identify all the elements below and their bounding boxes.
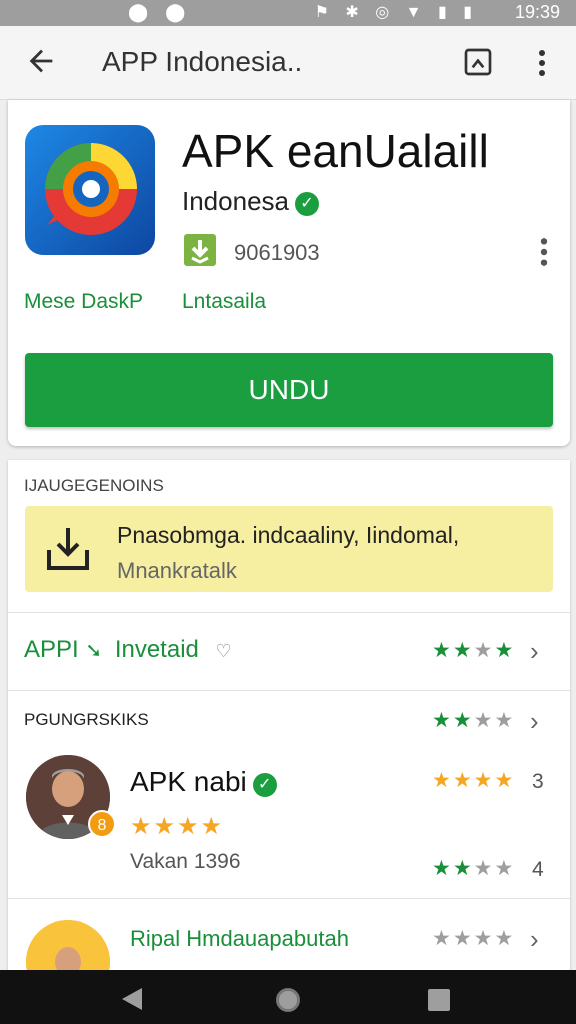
reviewer-name: Ripal Hmdauapabutah [130, 926, 349, 951]
level-badge: 8 [88, 810, 116, 838]
star-icon: ★ [473, 927, 495, 950]
review-helpful-stars: ★★★★ [432, 856, 515, 881]
star-icon: ★ [494, 639, 516, 662]
star-icon: ★ [494, 769, 516, 792]
star-icon: ★ [452, 639, 474, 662]
star-icon: ★ [494, 857, 516, 880]
reviews-header-stars: ★★★★ [432, 708, 515, 733]
star-icon: ★ [452, 857, 474, 880]
star-icon: ★ [432, 927, 453, 950]
chevron-right-icon[interactable]: › [530, 706, 539, 737]
bookmark-icon[interactable] [462, 46, 494, 78]
rating-row-stars: ★★★★ [432, 638, 515, 663]
chevron-right-icon[interactable]: › [530, 636, 539, 667]
reviews-heading: PGUNGRSKIKS [24, 710, 149, 729]
notice-title: Pnasobmga. indcaaliny, Iindomal, [117, 522, 460, 548]
system-nav-bar [0, 970, 576, 1024]
review-score-count: 3 [532, 770, 544, 793]
star-icon: ★ [432, 769, 453, 792]
app-name: APK eanUalaill [182, 125, 489, 177]
status-time: 19:39 [514, 2, 560, 22]
developer-link[interactable]: Lntasaila [182, 290, 266, 314]
star-icon: ★ [473, 857, 495, 880]
star-icon: ★ [452, 709, 474, 732]
star-icon: ★ [452, 927, 474, 950]
download-badge-icon [184, 234, 216, 266]
chevron-right-icon[interactable]: › [530, 924, 539, 955]
review-rating-stars: ★★★★ [130, 813, 225, 840]
updates-heading: IJAUGEGENOINS [24, 476, 164, 495]
rating-row-sublabel: Invetaid [114, 636, 199, 663]
star-icon: ★ [432, 639, 453, 662]
rating-row[interactable]: APPI ➘ Invetaid ♡ [24, 636, 232, 664]
back-arrow-icon[interactable] [24, 44, 58, 78]
developer-label: Indonesa [182, 186, 289, 216]
status-bar: ⬤ ⬤ ⚑ ✱ ◎ ▼ ▮ ▮ 19:39 [0, 0, 576, 26]
divider [8, 690, 570, 691]
status-notification-icons: ⬤ ⬤ [128, 2, 192, 22]
arrow-down-icon: ➘ [85, 640, 103, 662]
nav-back-icon[interactable] [122, 988, 142, 1010]
star-icon: ★ [473, 769, 495, 792]
divider [8, 898, 570, 899]
notice-subtitle: Mnankratalk [117, 558, 237, 583]
status-system-icons: ⚑ ✱ ◎ ▼ ▮ ▮ [314, 4, 478, 21]
more-options-icon[interactable] [536, 236, 552, 268]
rating-row-label: APPI [24, 636, 79, 663]
download-count: 9061903 [234, 240, 320, 265]
developer-name[interactable]: Indonesa ✓ [182, 186, 319, 217]
verified-check-icon: ✓ [294, 192, 319, 216]
star-icon: ★ [473, 639, 495, 662]
star-icon: ★ [473, 709, 495, 732]
reviewer-name: APK nabi ✓ [130, 766, 277, 798]
reviewer-name-label: APK nabi [130, 766, 247, 797]
app-bar: APP Indonesia.. [0, 26, 576, 100]
category-link[interactable]: Mese DaskP [24, 290, 143, 314]
star-icon: ★ [452, 769, 474, 792]
star-icon: ★ [432, 857, 453, 880]
app-logo-icon [45, 143, 137, 235]
nav-home-icon[interactable] [276, 988, 300, 1012]
app-header-card: APK eanUalaill Indonesa ✓ 9061903 Mese Da… [8, 100, 570, 446]
review-score-stars: ★★★★ [432, 768, 515, 793]
review-helpful-count: 4 [532, 858, 544, 881]
update-notice[interactable]: Pnasobmga. indcaaliny, Iindomal, Mnankra… [25, 506, 553, 592]
heart-icon: ♡ [215, 641, 232, 661]
review-meta: Vakan 1396 [130, 850, 241, 873]
star-icon: ★ [494, 709, 516, 732]
install-button[interactable]: UNDU [25, 353, 553, 427]
verified-check-icon: ✓ [252, 773, 277, 797]
download-tray-icon [47, 528, 89, 570]
star-icon: ★ [432, 709, 453, 732]
star-icon: ★ [494, 927, 516, 950]
review-score-stars: ★★★★ [432, 926, 515, 951]
page-title: APP Indonesia.. [102, 46, 303, 77]
divider [8, 612, 570, 613]
nav-recents-icon[interactable] [428, 989, 450, 1011]
details-card: IJAUGEGENOINS Pnasobmga. indcaaliny, Iin… [8, 460, 570, 1004]
more-options-icon[interactable] [532, 48, 552, 78]
app-icon [25, 125, 155, 255]
